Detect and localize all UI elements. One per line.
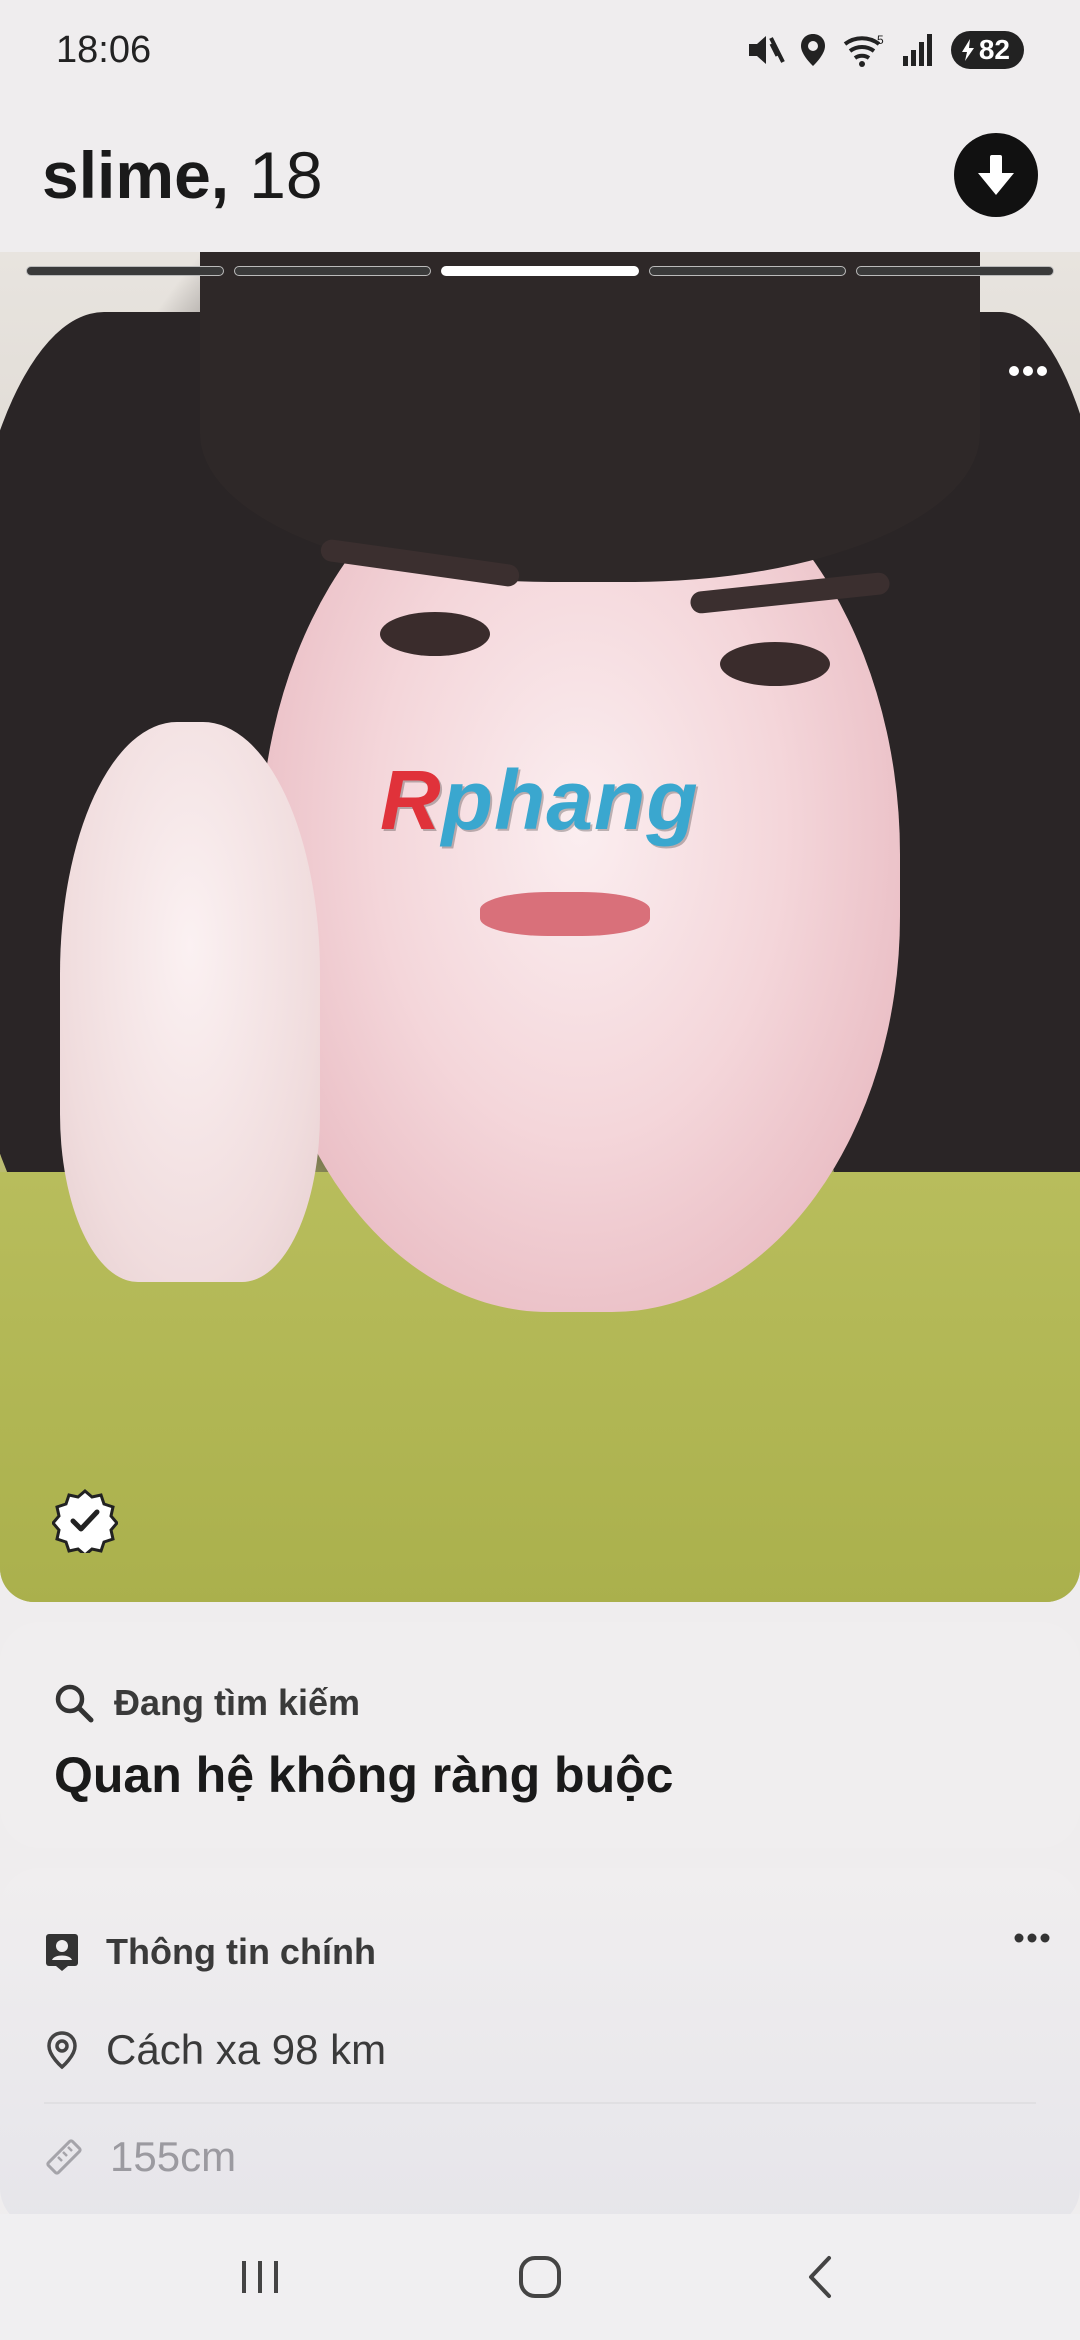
photo-progress-segment[interactable] [233, 266, 432, 276]
photo-progress-segment[interactable] [441, 266, 639, 276]
main-info-header: Thông tin chính [44, 1912, 1036, 1992]
back-button[interactable] [775, 2237, 865, 2317]
main-info-title: Thông tin chính [106, 1931, 376, 1972]
recents-button[interactable] [215, 2237, 305, 2317]
signal-icon [901, 32, 937, 68]
photo-progress-segment[interactable] [26, 266, 224, 276]
photo-eye-right [720, 642, 830, 686]
home-icon [519, 2256, 561, 2298]
status-icons: 5 82 [745, 31, 1024, 69]
photo-hand [60, 722, 320, 1282]
height-row: 155cm [44, 2104, 1036, 2210]
more-horizontal-icon [1014, 1933, 1050, 1943]
photo-progress-bars [26, 266, 1054, 278]
photo-progress-segment[interactable] [856, 266, 1054, 276]
svg-text:5: 5 [877, 33, 884, 47]
home-button[interactable] [495, 2237, 585, 2317]
looking-for-card: Đang tìm kiếm Quan hệ không ràng buộc [0, 1622, 1080, 1848]
map-pin-icon [47, 2031, 77, 2070]
photo-bangs [200, 252, 980, 582]
looking-for-label: Đang tìm kiếm [114, 1682, 361, 1723]
height-text: 155cm [110, 2133, 237, 2180]
photo-progress-segment[interactable] [648, 266, 847, 276]
battery-icon: 82 [950, 31, 1024, 69]
distance-text: Cách xa 98 km [106, 2026, 387, 2073]
photo-mouth [480, 892, 650, 936]
looking-for-header: Đang tìm kiếm [54, 1682, 1026, 1724]
profile-name: slime, [42, 138, 230, 212]
more-horizontal-icon [1009, 366, 1047, 376]
verified-badge-icon[interactable] [51, 1487, 119, 1557]
mute-icon [745, 32, 785, 68]
system-nav-bar [0, 2214, 1080, 2340]
profile-title: slime, 18 [42, 137, 323, 213]
status-time: 18:06 [56, 28, 152, 71]
info-more-button[interactable] [1014, 1908, 1050, 1953]
back-icon [809, 2256, 831, 2298]
profile-age: 18 [249, 138, 323, 212]
search-icon [55, 1684, 94, 1723]
download-icon [978, 155, 1014, 195]
status-bar: 18:06 5 82 [0, 0, 1080, 100]
profile-photo[interactable]: Rphang [0, 252, 1080, 1602]
location-icon [799, 32, 827, 68]
watermark-logo: Rphang [380, 753, 699, 847]
photo-eye-left [380, 612, 490, 656]
profile-card-icon [46, 1934, 78, 1971]
photo-more-button[interactable] [1008, 342, 1048, 387]
profile-header: slime, 18 [0, 100, 1080, 250]
looking-for-value: Quan hệ không ràng buộc [54, 1747, 674, 1803]
ruler-icon [46, 2139, 82, 2175]
wifi-icon: 5 [841, 32, 887, 68]
distance-row: Cách xa 98 km [44, 1998, 1036, 2104]
recents-icon [242, 2261, 278, 2293]
download-button[interactable] [954, 133, 1038, 217]
main-info-card: Thông tin chính Cách xa 98 km 155cm [0, 1868, 1080, 2228]
battery-level: 82 [978, 34, 1010, 65]
